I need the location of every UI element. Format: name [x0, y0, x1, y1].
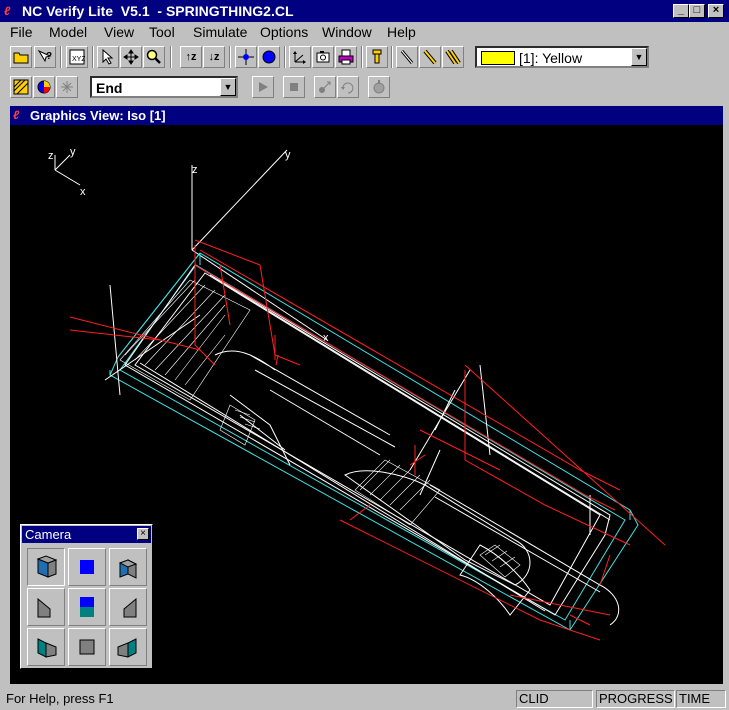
print-icon[interactable] — [335, 46, 357, 68]
menu-help[interactable]: Help — [387, 24, 416, 40]
zoom-icon[interactable] — [143, 46, 165, 68]
view-top-button[interactable] — [68, 548, 106, 586]
simulation-toolbar: End ▼ — [0, 74, 729, 102]
select-arrow-icon[interactable] — [97, 46, 119, 68]
center-point-icon[interactable] — [235, 46, 257, 68]
menu-model[interactable]: Model — [49, 24, 87, 40]
cutter-multi-icon[interactable] — [442, 46, 464, 68]
main-toolbar: ? XYZ ↑z ↓z [1]: Yellow ▼ — [0, 44, 729, 72]
view-right-button[interactable] — [109, 588, 147, 626]
rewind-icon[interactable] — [337, 76, 359, 98]
maximize-button[interactable]: □ — [689, 4, 705, 18]
svg-text:?: ? — [46, 51, 52, 62]
status-panel-progress: PROGRESS — [596, 690, 675, 708]
zoom-in-z-icon[interactable]: ↑z — [180, 46, 202, 68]
view-xyz-icon[interactable]: XYZ — [66, 46, 88, 68]
color-swatch — [481, 51, 515, 65]
shaded-sphere-icon[interactable] — [258, 46, 280, 68]
menu-bar: File Model View Tool Simulate Options Wi… — [0, 22, 729, 42]
app-icon[interactable]: ℓ — [4, 4, 20, 18]
stop-icon[interactable] — [283, 76, 305, 98]
toolpath — [69, 239, 666, 641]
cutter-wire-icon[interactable] — [396, 46, 418, 68]
status-panel-clid: CLID — [516, 690, 593, 708]
camera-panel-titlebar: Camera × — [22, 526, 151, 543]
context-help-icon[interactable]: ? — [34, 46, 56, 68]
view-bottom-left-button[interactable] — [27, 628, 65, 666]
play-icon[interactable] — [252, 76, 274, 98]
camera-panel-title: Camera — [25, 527, 72, 542]
step-forward-icon[interactable] — [314, 76, 336, 98]
triad-z-label: z — [48, 150, 54, 162]
part-outline — [104, 264, 620, 626]
view-left-button[interactable] — [27, 588, 65, 626]
view-iso-right-button[interactable] — [109, 548, 147, 586]
triad-x-label: x — [80, 186, 86, 198]
color-wheel-icon[interactable] — [33, 76, 55, 98]
menu-tool[interactable]: Tool — [149, 24, 175, 40]
view-front-button[interactable] — [68, 588, 106, 626]
cutter-shaded-icon[interactable] — [419, 46, 441, 68]
status-bar: For Help, press F1 CLID PROGRESS TIME — [0, 688, 729, 710]
graphics-view-titlebar: ℓ Graphics View: Iso [1] — [10, 106, 723, 125]
view-back-button[interactable] — [68, 628, 106, 666]
menu-view[interactable]: View — [104, 24, 134, 40]
verify-icon[interactable] — [368, 76, 390, 98]
minimize-button[interactable]: _ — [673, 4, 689, 18]
zoom-out-z-icon[interactable]: ↓z — [203, 46, 225, 68]
camera-panel: Camera × — [20, 524, 153, 669]
camera-icon[interactable] — [312, 46, 334, 68]
axes-icon[interactable] — [289, 46, 311, 68]
orientation-triad — [54, 154, 81, 186]
menu-window[interactable]: Window — [322, 24, 372, 40]
color-select[interactable]: [1]: Yellow ▼ — [475, 46, 649, 68]
app-icon: ℓ — [13, 108, 20, 122]
graphics-view-title: Graphics View: Iso [1] — [30, 108, 166, 123]
svg-text:XYZ: XYZ — [72, 56, 85, 63]
menu-simulate[interactable]: Simulate — [193, 24, 247, 40]
open-folder-icon[interactable] — [10, 46, 32, 68]
stock-view-icon[interactable] — [10, 76, 32, 98]
step-select-value: End — [96, 80, 123, 96]
menu-options[interactable]: Options — [260, 24, 308, 40]
status-panel-time: TIME — [676, 690, 726, 708]
view-iso-button[interactable] — [27, 548, 65, 586]
fixture-icon[interactable] — [56, 76, 78, 98]
chevron-down-icon[interactable]: ▼ — [631, 48, 647, 66]
step-select[interactable]: End ▼ — [90, 76, 238, 98]
pan-icon[interactable] — [120, 46, 142, 68]
status-help-text: For Help, press F1 — [6, 691, 114, 706]
chevron-down-icon[interactable]: ▼ — [220, 78, 236, 96]
close-button[interactable]: × — [708, 4, 724, 18]
title-bar: ℓ NC Verify Lite V5.1 - SPRINGTHING2.CL … — [0, 0, 729, 22]
triad-y-label: y — [70, 146, 76, 158]
menu-file[interactable]: File — [10, 24, 33, 40]
tool-icon[interactable] — [366, 46, 388, 68]
close-icon[interactable]: × — [137, 528, 149, 540]
stock-outline — [109, 252, 639, 631]
window-title: NC Verify Lite V5.1 - SPRINGTHING2.CL — [22, 3, 294, 19]
axis-y-label: y — [285, 149, 291, 161]
axis-z-label: z — [192, 164, 198, 176]
color-select-value: [1]: Yellow — [519, 50, 583, 66]
view-bottom-right-button[interactable] — [109, 628, 147, 666]
